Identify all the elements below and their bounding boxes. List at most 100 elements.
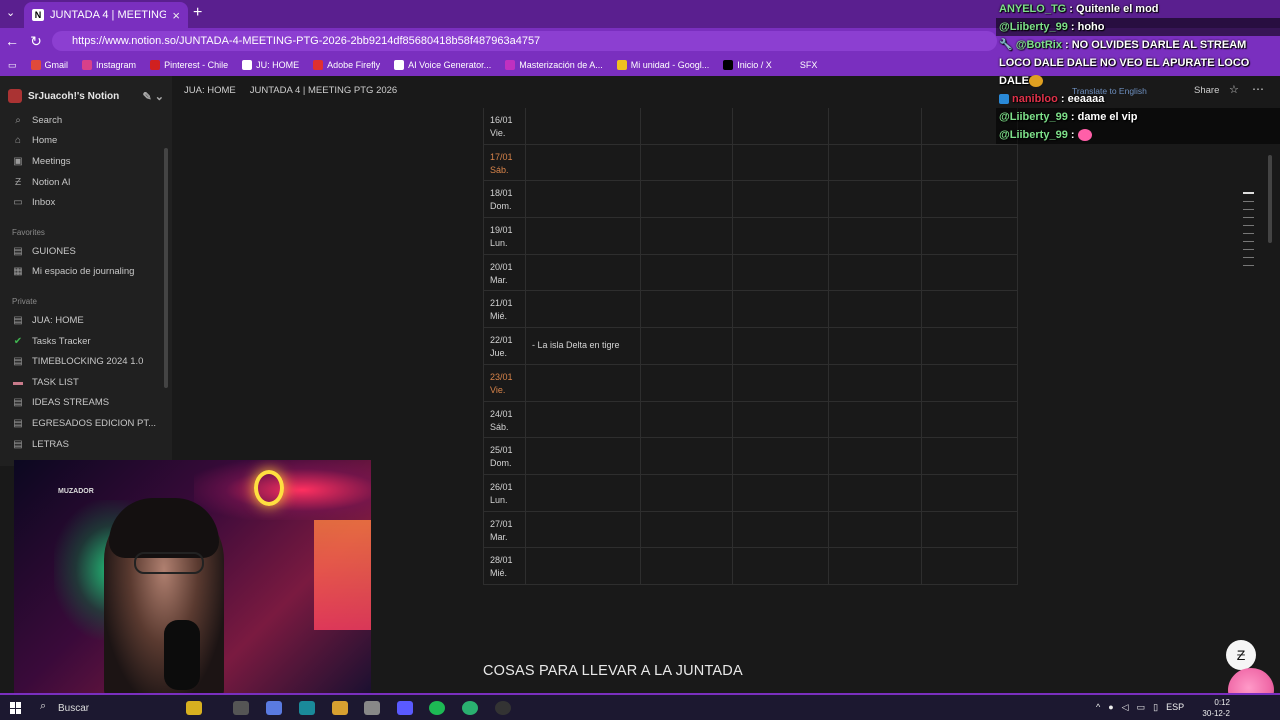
taskbar-search-label[interactable]: Buscar bbox=[58, 703, 89, 714]
obs-icon[interactable] bbox=[495, 701, 511, 715]
bookmark-item[interactable]: Masterización de A... bbox=[505, 60, 603, 70]
bookmark-item[interactable]: JU: HOME bbox=[242, 60, 299, 70]
empty-cell[interactable] bbox=[641, 474, 733, 511]
page-outline[interactable] bbox=[1243, 192, 1254, 273]
empty-cell[interactable] bbox=[922, 438, 1018, 474]
empty-cell[interactable] bbox=[829, 364, 922, 401]
empty-cell[interactable] bbox=[829, 181, 922, 218]
empty-cell[interactable] bbox=[733, 108, 829, 144]
copilot-icon[interactable] bbox=[266, 701, 282, 715]
date-cell[interactable]: 17/01 Sáb. bbox=[483, 144, 526, 181]
empty-cell[interactable] bbox=[922, 144, 1018, 181]
date-cell[interactable]: 18/01 Dom. bbox=[483, 181, 526, 218]
note-cell[interactable] bbox=[526, 438, 641, 474]
empty-cell[interactable] bbox=[829, 401, 922, 438]
date-cell[interactable]: 23/01 Vie. bbox=[483, 364, 526, 401]
bookmark-item[interactable]: AI Voice Generator... bbox=[394, 60, 491, 70]
notion-ai-button-icon[interactable]: Ƶ bbox=[1226, 640, 1256, 670]
empty-cell[interactable] bbox=[733, 181, 829, 218]
note-cell[interactable]: - La isla Delta en tigre bbox=[526, 328, 641, 364]
note-cell[interactable] bbox=[526, 144, 641, 181]
note-cell[interactable] bbox=[526, 511, 641, 548]
task-view-icon[interactable] bbox=[233, 701, 249, 715]
empty-cell[interactable] bbox=[922, 328, 1018, 364]
empty-cell[interactable] bbox=[733, 328, 829, 364]
empty-cell[interactable] bbox=[733, 144, 829, 181]
date-cell[interactable]: 22/01 Jue. bbox=[483, 328, 526, 364]
empty-cell[interactable] bbox=[641, 254, 733, 291]
empty-cell[interactable] bbox=[641, 548, 733, 584]
date-cell[interactable]: 19/01 Lun. bbox=[483, 218, 526, 254]
breadcrumb-home[interactable]: JUA: HOME bbox=[184, 85, 236, 96]
network-icon[interactable]: ▭ bbox=[1137, 702, 1146, 713]
mic-icon[interactable]: ● bbox=[1108, 702, 1113, 713]
reload-icon[interactable]: ↻ bbox=[24, 33, 48, 50]
empty-cell[interactable] bbox=[641, 328, 733, 364]
sidebar-item[interactable]: ▤ IDEAS STREAMS bbox=[8, 393, 164, 414]
file-explorer-icon[interactable] bbox=[332, 701, 348, 715]
empty-cell[interactable] bbox=[733, 548, 829, 584]
app-icon[interactable] bbox=[462, 701, 478, 715]
back-arrow-icon[interactable]: ← bbox=[0, 33, 24, 49]
sidebar-item[interactable]: ▭ Inbox bbox=[8, 192, 164, 213]
page-scrollbar[interactable] bbox=[1268, 155, 1272, 243]
empty-cell[interactable] bbox=[922, 474, 1018, 511]
bookmark-item[interactable]: Gmail bbox=[30, 60, 68, 70]
tray-chevron-icon[interactable]: ^ bbox=[1096, 702, 1100, 713]
empty-cell[interactable] bbox=[641, 438, 733, 474]
bookmark-item[interactable]: SFX bbox=[785, 60, 817, 70]
breadcrumb-page[interactable]: JUNTADA 4 | MEETING PTG 2026 bbox=[250, 85, 397, 96]
tab-search-icon[interactable]: ⌄ bbox=[6, 6, 15, 19]
sidebar-item[interactable]: ▤ EGRESADOS EDICION PT... bbox=[8, 413, 164, 434]
browser-tab-active[interactable]: N JUNTADA 4 | MEETING PTG 2026 × bbox=[24, 2, 188, 28]
empty-cell[interactable] bbox=[733, 218, 829, 254]
empty-cell[interactable] bbox=[922, 401, 1018, 438]
date-cell[interactable]: 24/01 Sáb. bbox=[483, 401, 526, 438]
date-cell[interactable]: 28/01 Mié. bbox=[483, 548, 526, 584]
bookmark-item[interactable]: Adobe Firefly bbox=[313, 60, 380, 70]
date-cell[interactable]: 27/01 Mar. bbox=[483, 511, 526, 548]
date-cell[interactable]: 21/01 Mié. bbox=[483, 291, 526, 328]
empty-cell[interactable] bbox=[733, 438, 829, 474]
date-cell[interactable]: 20/01 Mar. bbox=[483, 254, 526, 291]
note-cell[interactable] bbox=[526, 401, 641, 438]
note-cell[interactable] bbox=[526, 254, 641, 291]
empty-cell[interactable] bbox=[922, 364, 1018, 401]
sidebar-item[interactable]: ⌂ Home bbox=[8, 131, 164, 152]
empty-cell[interactable] bbox=[829, 438, 922, 474]
edge-icon[interactable] bbox=[299, 701, 315, 715]
sidebar-item[interactable]: Ƶ Notion AI bbox=[8, 172, 164, 193]
discord-icon[interactable] bbox=[397, 701, 413, 715]
date-cell[interactable]: 16/01 Vie. bbox=[483, 108, 526, 144]
sidebar-item[interactable]: ▤ LETRAS bbox=[8, 434, 164, 455]
bookmark-item[interactable]: Instagram bbox=[82, 60, 136, 70]
language-indicator[interactable]: ESP bbox=[1166, 702, 1184, 713]
store-icon[interactable] bbox=[364, 701, 380, 715]
empty-cell[interactable] bbox=[922, 511, 1018, 548]
empty-cell[interactable] bbox=[829, 254, 922, 291]
empty-cell[interactable] bbox=[829, 511, 922, 548]
empty-cell[interactable] bbox=[733, 401, 829, 438]
workspace-switcher[interactable]: SrJuacoh!'s Notion ✎ ⌄ bbox=[8, 82, 164, 110]
empty-cell[interactable] bbox=[829, 548, 922, 584]
empty-cell[interactable] bbox=[733, 254, 829, 291]
empty-cell[interactable] bbox=[641, 218, 733, 254]
volume-icon[interactable]: ◁ bbox=[1122, 702, 1129, 713]
empty-cell[interactable] bbox=[829, 144, 922, 181]
empty-cell[interactable] bbox=[641, 108, 733, 144]
empty-cell[interactable] bbox=[733, 511, 829, 548]
empty-cell[interactable] bbox=[922, 218, 1018, 254]
system-tray[interactable]: ^ ● ◁ ▭ ▯ ESP bbox=[1096, 702, 1184, 713]
empty-cell[interactable] bbox=[829, 108, 922, 144]
note-cell[interactable] bbox=[526, 181, 641, 218]
spotify-icon[interactable] bbox=[429, 701, 445, 715]
sidebar-item[interactable]: ▣ Meetings bbox=[8, 151, 164, 172]
empty-cell[interactable] bbox=[733, 291, 829, 328]
sidebar-item[interactable]: ▦ Mi espacio de journaling bbox=[8, 262, 164, 283]
bookmark-item[interactable]: Mi unidad - Googl... bbox=[616, 60, 709, 70]
copilot-sparkle-icon[interactable] bbox=[186, 701, 202, 715]
empty-cell[interactable] bbox=[922, 181, 1018, 218]
note-cell[interactable] bbox=[526, 548, 641, 584]
new-page-icon[interactable]: ✎ ⌄ bbox=[143, 90, 165, 103]
new-tab-button[interactable]: + bbox=[193, 4, 202, 22]
